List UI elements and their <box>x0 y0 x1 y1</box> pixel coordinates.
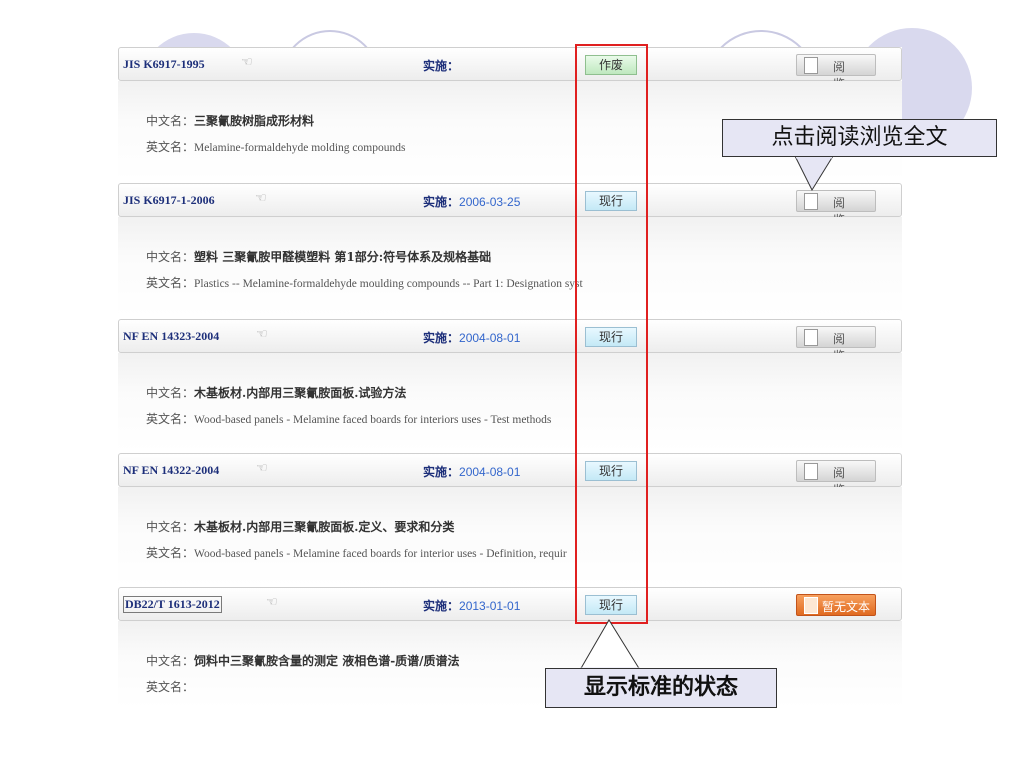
status-callout-pointer <box>579 619 641 671</box>
read-callout: 点击阅读浏览全文 <box>722 119 997 157</box>
status-callout: 显示标准的状态 <box>545 668 777 708</box>
read-callout-pointer <box>794 155 834 192</box>
callout-pointers <box>579 155 834 671</box>
